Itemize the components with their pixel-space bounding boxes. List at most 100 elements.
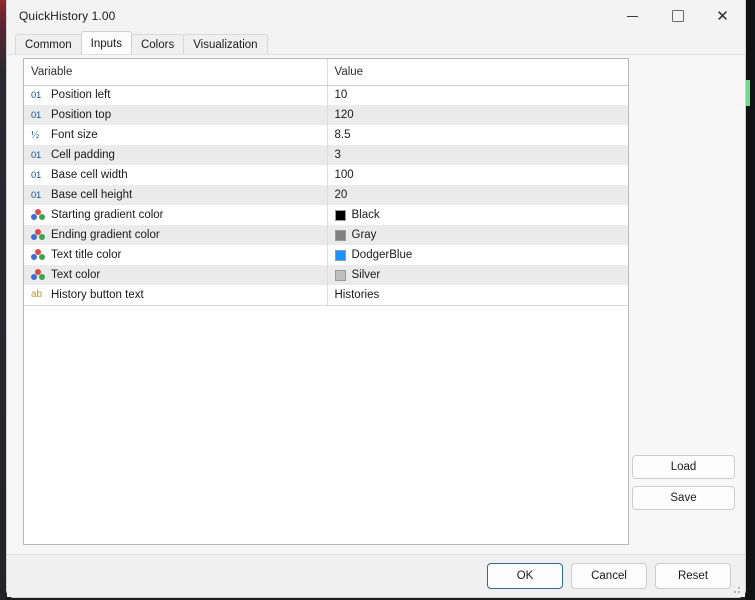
color-swatch [334, 269, 346, 281]
save-button[interactable]: Save [632, 486, 735, 510]
value-text: 100 [334, 169, 354, 181]
variable-cell: ½ Font size [24, 125, 328, 145]
variable-label: Text title color [51, 249, 122, 261]
variable-label: Position top [51, 109, 112, 121]
value-cell[interactable]: 100 [327, 165, 628, 185]
close-button[interactable]: ✕ [700, 0, 745, 32]
table-row[interactable]: Text title color DodgerBlue [24, 245, 628, 265]
table-row[interactable]: 01 Cell padding 3 [24, 145, 628, 165]
table-row[interactable]: ½ Font size 8.5 [24, 125, 628, 145]
variable-label: Text color [51, 269, 101, 281]
variable-label: Base cell width [51, 169, 128, 181]
value-text: Silver [351, 269, 381, 281]
variable-cell: ab History button text [24, 285, 328, 306]
double-icon: ½ [31, 129, 40, 141]
value-text: DodgerBlue [351, 249, 413, 261]
value-cell[interactable]: 20 [327, 185, 628, 205]
value-cell[interactable]: 120 [327, 105, 628, 125]
backdrop-right-strip [746, 0, 755, 600]
variable-cell: Ending gradient color [24, 225, 328, 245]
minimize-button[interactable] [610, 0, 655, 32]
close-icon: ✕ [716, 7, 729, 25]
load-button[interactable]: Load [632, 455, 735, 479]
cancel-button[interactable]: Cancel [571, 563, 647, 589]
tab-colors[interactable]: Colors [130, 34, 185, 54]
variable-cell: 01 Position left [24, 85, 328, 105]
value-cell[interactable]: 10 [327, 85, 628, 105]
variable-cell: 01 Base cell height [24, 185, 328, 205]
table-header-row: Variable Value [24, 59, 628, 86]
table-row[interactable]: 01 Base cell width 100 [24, 165, 628, 185]
variable-label: Font size [51, 129, 98, 141]
tab-common[interactable]: Common [15, 34, 82, 54]
string-icon: ab [31, 289, 43, 301]
value-text: 20 [334, 189, 348, 201]
variable-label: History button text [51, 288, 144, 301]
resize-grip-icon[interactable] [732, 585, 742, 595]
table-row[interactable]: 01 Position left 10 [24, 85, 628, 105]
value-text: Gray [351, 229, 377, 241]
color-icon [31, 249, 45, 261]
integer-icon: 01 [31, 189, 41, 201]
value-cell[interactable]: 3 [327, 145, 628, 165]
variable-label: Ending gradient color [51, 229, 160, 241]
variable-cell: Text title color [24, 245, 328, 265]
column-header-variable[interactable]: Variable [24, 59, 328, 86]
color-icon [31, 209, 45, 221]
variable-cell: 01 Cell padding [24, 145, 328, 165]
variable-label: Cell padding [51, 149, 115, 161]
value-text: 8.5 [334, 129, 351, 141]
table-row[interactable]: Starting gradient color Black [24, 205, 628, 225]
title-bar: QuickHistory 1.00 ✕ [7, 0, 745, 32]
quickhistory-dialog: QuickHistory 1.00 ✕ Common Inputs Colors… [6, 0, 746, 598]
value-text: Histories [334, 288, 380, 301]
color-swatch [334, 229, 346, 241]
value-cell[interactable]: Histories [327, 285, 628, 306]
color-swatch [334, 249, 346, 261]
variable-cell: Text color [24, 265, 328, 285]
reset-button[interactable]: Reset [655, 563, 731, 589]
dialog-body: Variable Value 01 Position left 10 01 Positi… [7, 54, 745, 554]
integer-icon: 01 [31, 109, 41, 121]
column-header-value[interactable]: Value [327, 59, 628, 86]
variable-label: Position left [51, 89, 111, 102]
footer-button-group: OK Cancel Reset [487, 563, 731, 589]
value-cell[interactable]: Black [327, 205, 628, 225]
value-cell[interactable]: Gray [327, 225, 628, 245]
color-icon [31, 269, 45, 281]
tab-visualization[interactable]: Visualization [183, 34, 268, 54]
tab-bar: Common Inputs Colors Visualization [7, 31, 745, 54]
color-swatch [334, 209, 346, 221]
table-row[interactable]: Text color Silver [24, 265, 628, 285]
table-row[interactable]: Ending gradient color Gray [24, 225, 628, 245]
color-icon [31, 229, 45, 241]
integer-icon: 01 [31, 89, 41, 101]
minimize-icon [627, 15, 638, 17]
dialog-footer: OK Cancel Reset [7, 554, 745, 597]
table-row[interactable]: 01 Position top 120 [24, 105, 628, 125]
table-row[interactable]: ab History button text Histories [24, 285, 628, 306]
maximize-button[interactable] [655, 0, 700, 32]
variable-label: Starting gradient color [51, 209, 164, 221]
table-body: 01 Position left 10 01 Position top 120 ½ Font … [24, 85, 628, 306]
maximize-icon [671, 10, 684, 22]
variable-cell: Starting gradient color [24, 205, 328, 225]
table-row[interactable]: 01 Base cell height 20 [24, 185, 628, 205]
value-text: 10 [334, 89, 348, 102]
tab-inputs[interactable]: Inputs [80, 31, 132, 54]
value-text: 3 [334, 149, 341, 161]
variable-label: Base cell height [51, 189, 133, 201]
inputs-table-panel: Variable Value 01 Position left 10 01 Positi… [23, 58, 629, 545]
value-cell[interactable]: Silver [327, 265, 628, 285]
window-controls: ✕ [610, 0, 745, 32]
value-cell[interactable]: 8.5 [327, 125, 628, 145]
integer-icon: 01 [31, 149, 41, 161]
inputs-table: Variable Value 01 Position left 10 01 Positi… [24, 59, 628, 306]
backdrop-accent-bar [746, 80, 750, 106]
value-cell[interactable]: DodgerBlue [327, 245, 628, 265]
integer-icon: 01 [31, 169, 41, 181]
variable-cell: 01 Position top [24, 105, 328, 125]
window-title: QuickHistory 1.00 [19, 9, 116, 23]
ok-button[interactable]: OK [487, 563, 563, 589]
value-text: Black [351, 209, 380, 221]
